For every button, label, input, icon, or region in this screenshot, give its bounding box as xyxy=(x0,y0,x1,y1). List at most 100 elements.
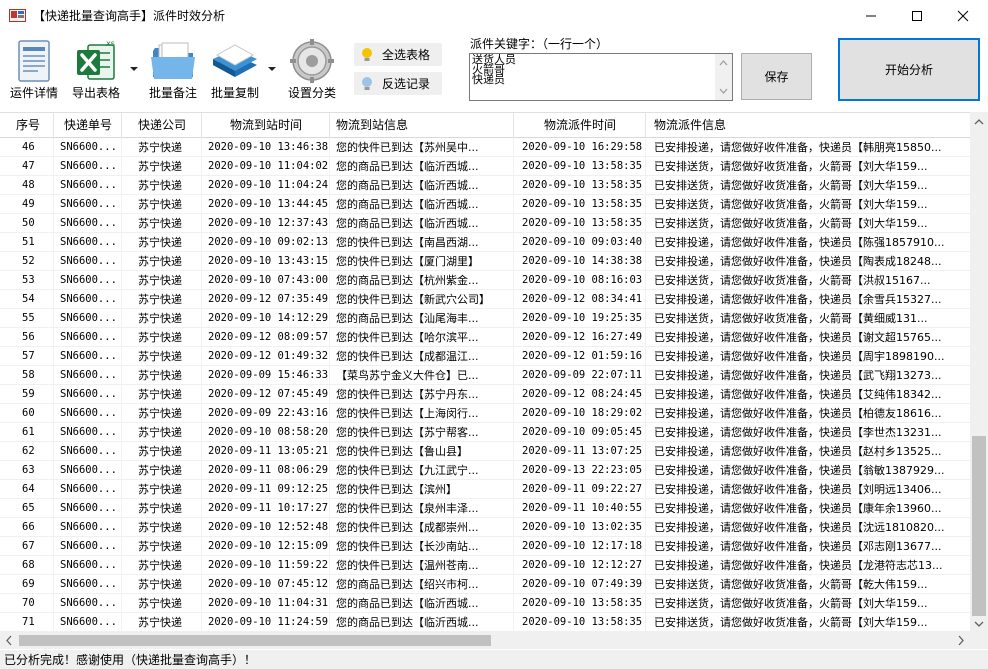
table-row[interactable]: 54 SN6600... 苏宁快递 2020-09-12 07:35:49 您的快件已到… xyxy=(0,290,970,309)
column-header-arrival-time[interactable]: 物流到站时间 xyxy=(202,113,330,138)
scroll-up-icon xyxy=(719,60,728,66)
table-row[interactable]: 59 SN6600... 苏宁快递 2020-09-12 07:45:49 您的快件已到… xyxy=(0,385,970,404)
scroll-left-icon xyxy=(6,635,12,646)
cell-dispatch-time: 2020-09-12 08:24:45 xyxy=(514,385,646,404)
table-header: 序号 快递单号 快递公司 物流到站时间 物流到站信息 物流派件时间 物流派件信息 xyxy=(0,113,970,138)
table-row[interactable]: 55 SN6600... 苏宁快递 2020-09-10 14:12:29 您的商品已到… xyxy=(0,309,970,328)
minimize-icon xyxy=(866,15,876,16)
column-header-dispatch-info[interactable]: 物流派件信息 xyxy=(646,113,970,138)
cell-index: 57 xyxy=(0,347,54,366)
column-header-dispatch-time[interactable]: 物流派件时间 xyxy=(514,113,646,138)
cell-index: 62 xyxy=(0,442,54,461)
table-row[interactable]: 70 SN6600... 苏宁快递 2020-09-10 11:04:31 您的商品已到… xyxy=(0,594,970,613)
table-row[interactable]: 51 SN6600... 苏宁快递 2020-09-10 09:02:13 您的快件已到… xyxy=(0,233,970,252)
select-all-label: 全选表格 xyxy=(382,48,431,62)
table-row[interactable]: 56 SN6600... 苏宁快递 2020-09-12 08:09:57 您的快件已到… xyxy=(0,328,970,347)
cell-index: 51 xyxy=(0,233,54,252)
table-row[interactable]: 47 SN6600... 苏宁快递 2020-09-10 11:04:02 您的商品已到… xyxy=(0,157,970,176)
cell-arrival-time: 2020-09-12 07:35:49 xyxy=(202,290,330,309)
table-row[interactable]: 65 SN6600... 苏宁快递 2020-09-11 10:17:27 您的快件已到… xyxy=(0,499,970,518)
copy-dropdown-chevron-down-icon[interactable] xyxy=(268,67,276,71)
table-row[interactable]: 71 SN6600... 苏宁快递 2020-09-10 11:24:59 您的商品已到… xyxy=(0,613,970,632)
save-button[interactable]: 保存 xyxy=(741,53,812,100)
cell-arrival-time: 2020-09-11 10:17:27 xyxy=(202,499,330,518)
table-row[interactable]: 67 SN6600... 苏宁快递 2020-09-10 12:15:09 您的快件已到… xyxy=(0,537,970,556)
cell-tracking-no: SN6600... xyxy=(54,613,122,632)
maximize-button[interactable] xyxy=(894,0,940,31)
toolbar: 运件详情 xs 导出表格 批量备注 批量复制 设置分类 全选表格 反选记录 派件… xyxy=(0,31,988,109)
table-row[interactable]: 68 SN6600... 苏宁快递 2020-09-10 11:59:22 您的快件已到… xyxy=(0,556,970,575)
column-header-arrival-info[interactable]: 物流到站信息 xyxy=(330,113,514,138)
cell-tracking-no: SN6600... xyxy=(54,499,122,518)
table-row[interactable]: 49 SN6600... 苏宁快递 2020-09-10 13:44:45 您的商品已到… xyxy=(0,195,970,214)
table-row[interactable]: 46 SN6600... 苏宁快递 2020-09-10 13:46:38 您的快件已到… xyxy=(0,138,970,157)
select-all-button[interactable]: 全选表格 xyxy=(354,43,442,66)
scroll-up-icon xyxy=(974,119,984,125)
vertical-scrollbar[interactable] xyxy=(970,112,988,632)
table-row[interactable]: 50 SN6600... 苏宁快递 2020-09-10 12:37:43 您的商品已到… xyxy=(0,214,970,233)
cell-dispatch-time: 2020-09-10 13:58:35 xyxy=(514,176,646,195)
set-category-button[interactable]: 设置分类 xyxy=(284,37,340,105)
cell-dispatch-info: 已安排送货，请您做好收货准备，火箭哥【刘大华159... xyxy=(654,160,928,173)
table-row[interactable]: 60 SN6600... 苏宁快递 2020-09-09 22:43:16 您的快件已到… xyxy=(0,404,970,423)
cell-courier: 苏宁快递 xyxy=(122,157,202,176)
table-row[interactable]: 64 SN6600... 苏宁快递 2020-09-11 09:12:25 您的快件已到… xyxy=(0,480,970,499)
scroll-corner xyxy=(970,632,988,649)
table-row[interactable]: 58 SN6600... 苏宁快递 2020-09-09 15:46:33 【菜鸟苏宁金… xyxy=(0,366,970,385)
cell-index: 46 xyxy=(0,138,54,157)
cell-arrival-time: 2020-09-10 07:45:12 xyxy=(202,575,330,594)
cell-index: 55 xyxy=(0,309,54,328)
export-dropdown-chevron-down-icon[interactable] xyxy=(130,67,138,71)
keyword-textarea[interactable]: 送货人员 火箭哥 快递员 xyxy=(469,53,733,101)
table-row[interactable]: 53 SN6600... 苏宁快递 2020-09-10 07:43:00 您的商品已到… xyxy=(0,271,970,290)
shipment-detail-button[interactable]: 运件详情 xyxy=(8,37,60,105)
gear-icon xyxy=(290,39,334,83)
cell-tracking-no: SN6600... xyxy=(54,537,122,556)
horizontal-scrollbar[interactable] xyxy=(0,632,970,649)
table-row[interactable]: 48 SN6600... 苏宁快递 2020-09-10 11:04:24 您的商品已到… xyxy=(0,176,970,195)
cell-arrival-info: 您的快件已到达【苏宁帮客... xyxy=(330,423,514,442)
excel-icon: xs xyxy=(77,39,115,80)
table-row[interactable]: 62 SN6600... 苏宁快递 2020-09-11 13:05:21 您的快件已到… xyxy=(0,442,970,461)
cell-tracking-no: SN6600... xyxy=(54,518,122,537)
invert-select-button[interactable]: 反选记录 xyxy=(354,72,442,95)
column-header-tracking-no[interactable]: 快递单号 xyxy=(54,113,122,138)
result-table[interactable]: 序号 快递单号 快递公司 物流到站时间 物流到站信息 物流派件时间 物流派件信息… xyxy=(0,112,988,632)
cell-arrival-time: 2020-09-09 15:46:33 xyxy=(202,366,330,385)
cell-dispatch-time: 2020-09-10 14:38:38 xyxy=(514,252,646,271)
scroll-right-icon xyxy=(958,635,964,646)
batch-remark-button[interactable]: 批量备注 xyxy=(146,37,200,105)
horizontal-scroll-thumb[interactable] xyxy=(19,635,491,646)
cell-index: 58 xyxy=(0,366,54,385)
export-table-button[interactable]: xs 导出表格 xyxy=(70,37,122,105)
table-row[interactable]: 57 SN6600... 苏宁快递 2020-09-12 01:49:32 您的快件已到… xyxy=(0,347,970,366)
cell-courier: 苏宁快递 xyxy=(122,480,202,499)
table-row[interactable]: 69 SN6600... 苏宁快递 2020-09-10 07:45:12 您的商品已到… xyxy=(0,575,970,594)
start-analysis-button[interactable]: 开始分析 xyxy=(838,38,980,101)
batch-copy-button[interactable]: 批量复制 xyxy=(208,37,262,105)
export-table-label: 导出表格 xyxy=(71,86,120,100)
minimize-button[interactable] xyxy=(848,0,894,31)
column-header-index[interactable]: 序号 xyxy=(0,113,54,138)
column-header-courier[interactable]: 快递公司 xyxy=(122,113,202,138)
cell-dispatch-time: 2020-09-10 09:05:45 xyxy=(514,423,646,442)
table-row[interactable]: 52 SN6600... 苏宁快递 2020-09-10 13:43:15 您的快件已到… xyxy=(0,252,970,271)
cell-dispatch-time: 2020-09-12 16:27:49 xyxy=(514,328,646,347)
cell-tracking-no: SN6600... xyxy=(54,214,122,233)
cell-courier: 苏宁快递 xyxy=(122,537,202,556)
cell-courier: 苏宁快递 xyxy=(122,518,202,537)
cell-dispatch-info: 已安排送货，请您做好收货准备，火箭哥【刘大华159... xyxy=(654,198,928,211)
table-row[interactable]: 61 SN6600... 苏宁快递 2020-09-10 08:58:20 您的快件已到… xyxy=(0,423,970,442)
cell-arrival-time: 2020-09-10 09:02:13 xyxy=(202,233,330,252)
keyword-scrollbar[interactable] xyxy=(715,54,732,100)
vertical-scroll-thumb[interactable] xyxy=(972,436,986,616)
cell-tracking-no: SN6600... xyxy=(54,252,122,271)
table-row[interactable]: 63 SN6600... 苏宁快递 2020-09-11 08:06:29 您的快件已到… xyxy=(0,461,970,480)
cell-dispatch-time: 2020-09-10 13:58:35 xyxy=(514,195,646,214)
cell-arrival-time: 2020-09-10 11:04:02 xyxy=(202,157,330,176)
cell-arrival-info: 您的快件已到达【成都温江... xyxy=(330,347,514,366)
table-row[interactable]: 66 SN6600... 苏宁快递 2020-09-10 12:52:48 您的快件已到… xyxy=(0,518,970,537)
close-button[interactable] xyxy=(940,0,986,31)
cell-dispatch-info: 已安排投递，请您做好收件准备，快递员【柏德友18616... xyxy=(654,407,942,420)
cell-dispatch-info: 已安排投递，请您做好收件准备，快递员【艾纯伟18342... xyxy=(654,388,942,401)
